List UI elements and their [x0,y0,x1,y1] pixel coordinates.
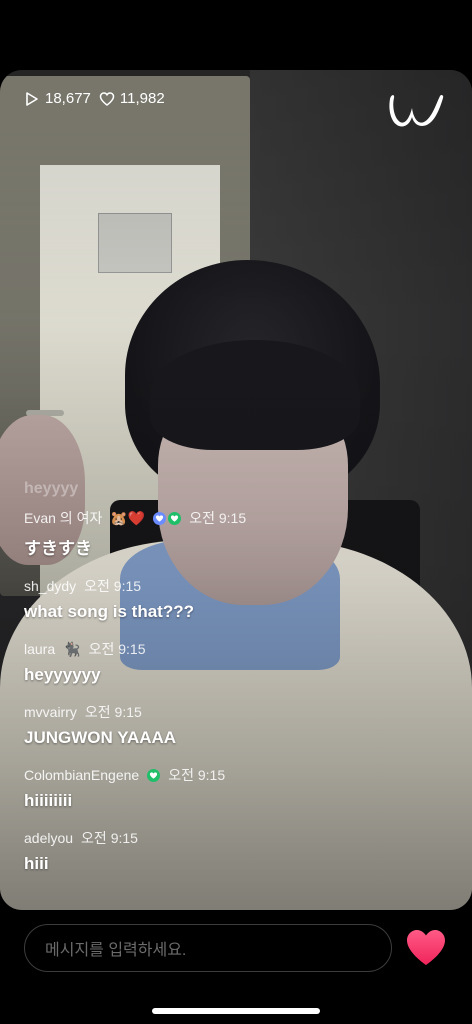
home-indicator[interactable] [152,1008,320,1014]
username[interactable]: Evan 의 여자 [24,508,102,528]
username[interactable]: mvvairry [24,704,77,720]
live-chat[interactable]: heyyyy Evan 의 여자 🐹❤️ 오전 9:15 すきすき sh_dyd… [24,480,444,891]
message-input-placeholder: 메시지를 입력하세요. [45,942,187,959]
message-text: hiiiiiiii [24,791,73,810]
username[interactable]: sh_dydy [24,578,76,594]
like-count: 11,982 [99,90,165,107]
chat-message: adelyou 오전 9:15 hiii [24,828,444,874]
live-stats: 18,677 11,982 [24,90,165,107]
message-time: 오전 9:15 [168,767,226,783]
message-time: 오전 9:15 [88,641,146,657]
message-text: hiii [24,854,49,873]
message-input[interactable]: 메시지를 입력하세요. [24,924,392,972]
message-text: すきすき [24,539,92,558]
play-icon [26,91,38,106]
heart-icon[interactable] [405,928,447,968]
message-time: 오전 9:15 [189,510,247,526]
message-text: heyyyyyy [24,665,101,684]
message-text: JUNGWON YAAAA [24,728,177,747]
username[interactable]: laura [24,641,55,657]
play-count: 18,677 [24,90,91,107]
user-emoji: 🐹❤️ [110,509,146,526]
fading-comment: heyyyy [24,480,79,497]
purple-heart-badge-icon [153,511,167,525]
user-emoji: 🐈‍⬛ [63,640,81,657]
username[interactable]: adelyou [24,830,73,846]
chat-message: sh_dydy 오전 9:15 what song is that??? [24,576,444,622]
chat-message: mvvairry 오전 9:15 JUNGWON YAAAA [24,702,444,748]
chat-message: laura 🐈‍⬛ 오전 9:15 heyyyyyy [24,639,444,685]
chat-message: Evan 의 여자 🐹❤️ 오전 9:15 すきすき [24,508,444,559]
message-time: 오전 9:15 [84,704,142,720]
message-time: 오전 9:15 [81,830,138,846]
weverse-logo[interactable] [388,88,446,132]
heart-outline-icon [99,91,115,106]
play-count-value: 18,677 [45,90,91,107]
chat-message: ColombianEngene 오전 9:15 hiiiiiiii [24,765,444,811]
message-text: what song is that??? [24,602,194,621]
message-time: 오전 9:15 [84,578,142,594]
username[interactable]: ColombianEngene [24,767,139,783]
green-heart-badge-icon [168,511,182,525]
like-count-value: 11,982 [119,90,165,107]
green-heart-badge-icon [147,768,161,782]
